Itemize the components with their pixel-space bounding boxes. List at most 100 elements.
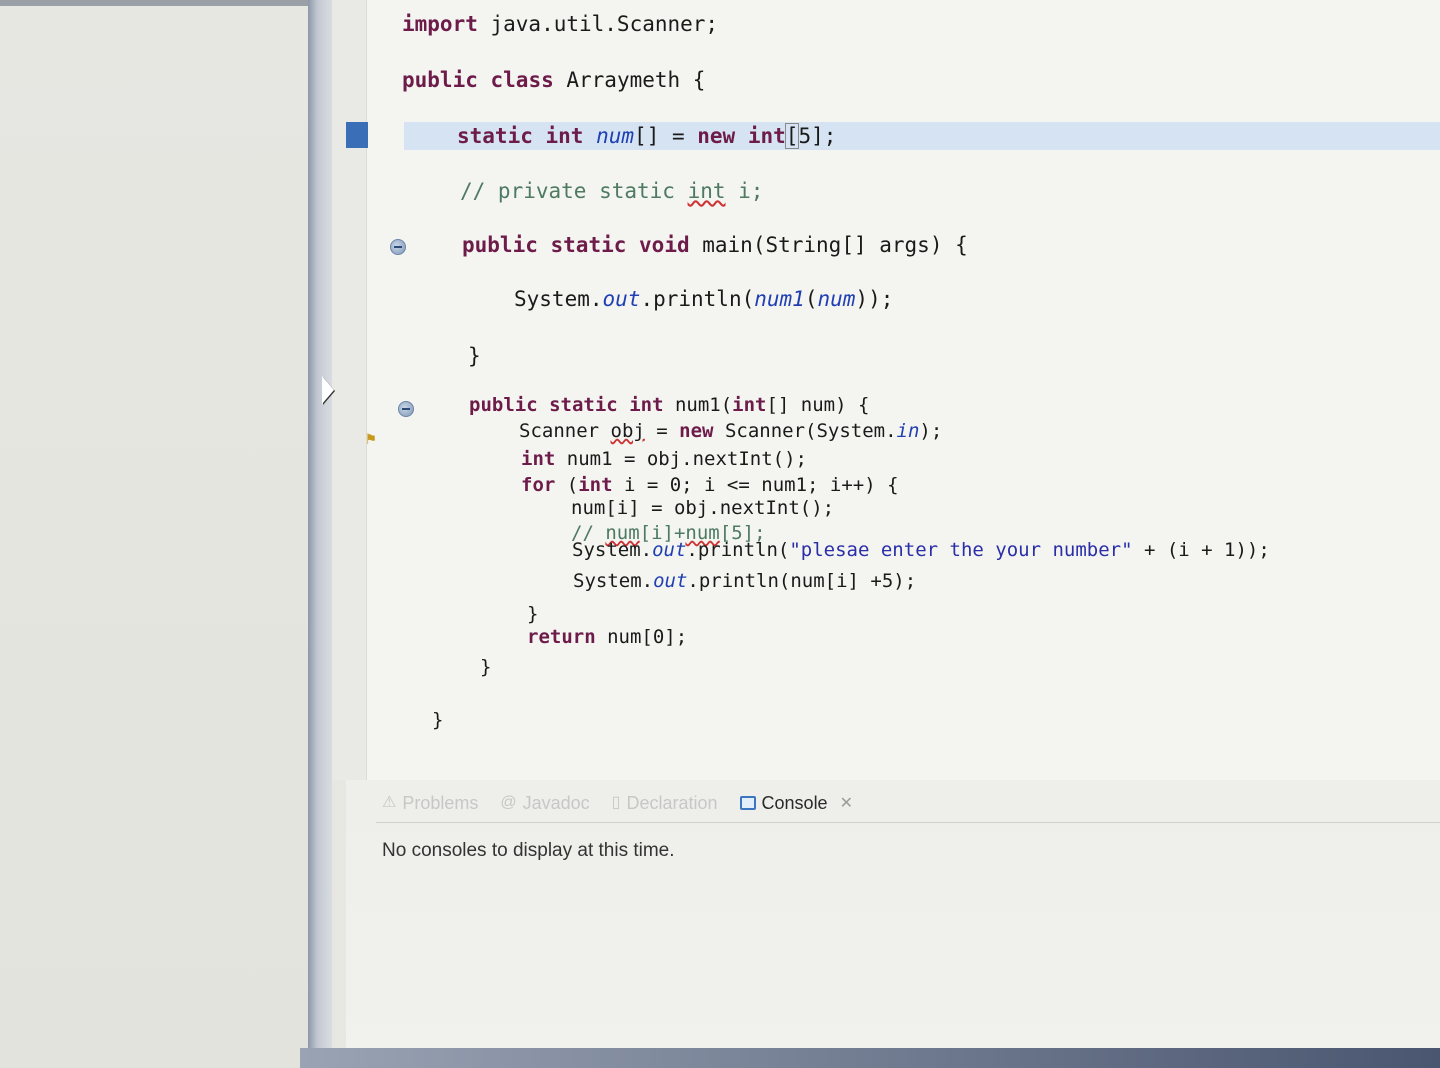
code-token: // private static bbox=[460, 179, 688, 203]
code-token: num1( bbox=[663, 394, 733, 416]
mouse-pointer-icon bbox=[322, 376, 334, 404]
code-token: + (i + 1)); bbox=[1132, 539, 1270, 561]
code-token: System. bbox=[573, 570, 654, 592]
code-token: [] = bbox=[634, 124, 698, 148]
panel-tab-bar: ⚠ Problems @ Javadoc ▯ Declaration Conso… bbox=[382, 786, 853, 820]
taskbar-edge bbox=[300, 1048, 1440, 1068]
code-token: int bbox=[747, 124, 786, 148]
code-editor[interactable]: ⚑ import java.util.Scanner; public class… bbox=[332, 0, 1440, 780]
code-token: import bbox=[402, 12, 478, 36]
code-line-5: public static void main(String[] args) { bbox=[462, 235, 968, 256]
tab-javadoc[interactable]: @ Javadoc bbox=[500, 793, 589, 814]
editor-ruler bbox=[332, 0, 367, 780]
code-token: new bbox=[697, 124, 736, 148]
desktop-screen: ⚑ import java.util.Scanner; public class… bbox=[0, 0, 1440, 1068]
code-token: "plesae enter the your number" bbox=[789, 539, 1133, 561]
warning-lightbulb-icon[interactable]: ⚑ bbox=[366, 430, 388, 448]
code-line-15: System.out.println(num[i] +5); bbox=[573, 572, 916, 591]
code-token: obj bbox=[610, 420, 645, 442]
code-line-12: num[i] = obj.nextInt(); bbox=[571, 499, 834, 518]
tab-declaration[interactable]: ▯ Declaration bbox=[612, 793, 718, 814]
tab-javadoc-label: Javadoc bbox=[522, 792, 590, 813]
code-token: } bbox=[480, 656, 492, 678]
current-line-marker-icon bbox=[346, 122, 368, 148]
code-line-18: } bbox=[480, 658, 491, 677]
tab-problems[interactable]: ⚠ Problems bbox=[382, 793, 478, 814]
code-token: int bbox=[578, 474, 613, 496]
code-line-17: return num[0]; bbox=[527, 628, 687, 647]
code-token: Scanner(System. bbox=[713, 420, 897, 442]
code-token: 5]; bbox=[798, 124, 837, 148]
code-token: int bbox=[545, 124, 584, 148]
code-line-4: // private static int i; bbox=[460, 181, 763, 202]
code-token: } bbox=[432, 709, 444, 731]
bottom-views-panel: ⚠ Problems @ Javadoc ▯ Declaration Conso… bbox=[346, 780, 1440, 1068]
code-token: ( bbox=[555, 474, 579, 496]
code-line-8: public static int num1(int[] num) { bbox=[469, 396, 869, 415]
editor-left-border bbox=[308, 0, 332, 1068]
package-explorer-pane bbox=[0, 6, 308, 1068]
code-token: static bbox=[457, 124, 533, 148]
tab-console-label: Console bbox=[761, 792, 828, 813]
code-token: int bbox=[732, 394, 767, 416]
code-token: in bbox=[896, 420, 920, 442]
code-token: num bbox=[596, 124, 635, 148]
code-line-16: } bbox=[527, 605, 538, 624]
code-token: for bbox=[521, 474, 556, 496]
code-token: out bbox=[653, 570, 688, 592]
code-line-11: for (int i = 0; i <= num1; i++) { bbox=[521, 476, 899, 495]
code-token: out bbox=[602, 287, 641, 311]
code-token: System. bbox=[572, 539, 653, 561]
code-token: num[0]; bbox=[595, 626, 688, 648]
problems-icon: ⚠ bbox=[382, 794, 397, 811]
code-line-14: System.out.println("plesae enter the you… bbox=[572, 541, 1270, 560]
code-token: Arraymeth { bbox=[553, 68, 706, 92]
code-line-10: int num1 = obj.nextInt(); bbox=[521, 450, 807, 469]
code-line-6: System.out.println(num1(num)); bbox=[514, 289, 893, 310]
declaration-icon: ▯ bbox=[611, 794, 621, 811]
code-token: int bbox=[629, 394, 664, 416]
code-token: main(String[] args) { bbox=[689, 233, 968, 257]
code-token: void bbox=[639, 233, 690, 257]
code-token: num[i] = obj.nextInt(); bbox=[571, 497, 835, 519]
code-token: )); bbox=[855, 287, 894, 311]
code-token: Scanner bbox=[519, 420, 611, 442]
tab-console[interactable]: Console ✕ bbox=[739, 792, 853, 814]
code-token: num bbox=[817, 287, 856, 311]
code-line-7: } bbox=[468, 346, 481, 367]
close-icon[interactable]: ✕ bbox=[840, 793, 853, 813]
code-token: ( bbox=[804, 287, 818, 311]
code-line-9: Scanner obj = new Scanner(System.in); bbox=[519, 422, 942, 441]
code-token: int bbox=[687, 179, 726, 203]
code-token: public bbox=[402, 68, 478, 92]
code-token: i = 0; i <= num1; i++) { bbox=[612, 474, 899, 496]
fold-collapse-icon-num1[interactable] bbox=[398, 401, 414, 417]
code-token: public bbox=[469, 394, 538, 416]
console-icon bbox=[739, 796, 756, 810]
code-token: .println(num[i] +5); bbox=[687, 570, 917, 592]
code-token: ); bbox=[919, 420, 943, 442]
code-token: .println( bbox=[640, 287, 755, 311]
fold-collapse-icon-main[interactable] bbox=[390, 239, 406, 255]
code-token: .println( bbox=[686, 539, 790, 561]
code-token: } bbox=[468, 344, 481, 368]
code-token: public bbox=[462, 233, 538, 257]
console-empty-message: No consoles to display at this time. bbox=[382, 840, 675, 861]
code-line-3: static int num[] = new int[5]; bbox=[457, 123, 837, 149]
code-line-1: import java.util.Scanner; bbox=[402, 14, 718, 35]
code-token: static bbox=[550, 233, 627, 257]
tab-problems-label: Problems bbox=[402, 792, 479, 813]
code-token: java.util.Scanner; bbox=[477, 12, 719, 36]
code-line-2: public class Arraymeth { bbox=[402, 70, 705, 91]
code-token: System. bbox=[514, 287, 603, 311]
javadoc-icon: @ bbox=[500, 794, 517, 811]
code-token: } bbox=[527, 603, 539, 625]
